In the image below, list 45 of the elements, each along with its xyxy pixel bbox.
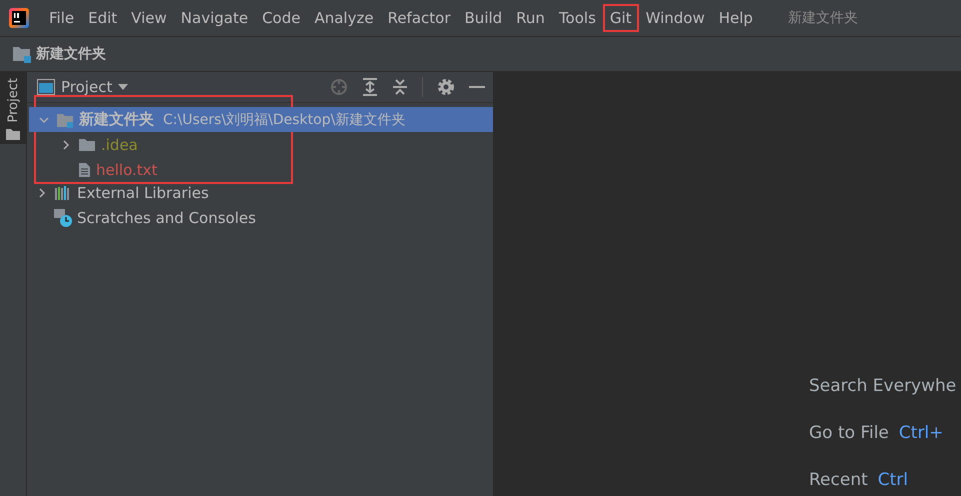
menu-item[interactable]: Navigate (174, 4, 256, 32)
window-icon (37, 79, 55, 95)
menu-item[interactable]: Help (712, 4, 760, 32)
module-folder-icon (12, 45, 32, 63)
minimize-icon[interactable] (469, 85, 485, 89)
project-tool-tab[interactable]: Project (0, 72, 26, 144)
menu-item[interactable]: Run (509, 4, 552, 32)
tree-row[interactable]: Scratches and Consoles (27, 205, 493, 230)
hint-action: Search Everywhe (809, 376, 956, 396)
folder-icon (78, 138, 96, 152)
tree-item-label: External Libraries (77, 184, 209, 202)
text-file-icon (78, 162, 91, 178)
menu-item[interactable]: Analyze (307, 4, 381, 32)
shortcut-text: Ctrl (878, 470, 908, 490)
menu-item[interactable]: File (42, 4, 82, 32)
shortcut-text: Ctrl+ (898, 423, 944, 443)
tree-row[interactable]: .idea (29, 132, 291, 157)
hint-action: Recent (809, 470, 868, 490)
console-clock-icon (54, 208, 72, 226)
tree-item-label: hello.txt (96, 160, 158, 178)
project-view-dropdown[interactable]: Project (37, 78, 128, 96)
project-title: 新建文件夹 (788, 9, 858, 27)
breadcrumb-item[interactable]: 新建文件夹 (36, 45, 106, 63)
tree-row[interactable]: External Libraries (27, 180, 493, 205)
dropdown-caret-icon (118, 84, 128, 90)
tree-item-label: .idea (101, 136, 138, 154)
menu-item[interactable]: Window (638, 4, 712, 32)
collapse-all-icon[interactable] (392, 78, 408, 96)
menu-item[interactable]: Git (602, 4, 639, 32)
menu-item[interactable]: Build (458, 4, 510, 32)
module-folder-icon (56, 112, 74, 128)
menu-item[interactable]: Tools (552, 4, 603, 32)
library-books-icon (54, 184, 72, 200)
folder-path: C:\Users\刘明福\Desktop\新建文件夹 (163, 110, 406, 128)
folder-icon (6, 128, 20, 140)
tree-item-label: 新建文件夹 (79, 110, 154, 129)
menu-item[interactable]: Refactor (380, 4, 458, 32)
app-logo-icon[interactable] (8, 7, 30, 29)
settings-icon[interactable] (437, 78, 455, 96)
menu-item[interactable]: View (124, 4, 174, 32)
menu-item[interactable]: Edit (81, 4, 124, 32)
hint-action: Go to File (809, 423, 889, 443)
expand-all-icon[interactable] (362, 78, 378, 96)
tree-item-label: Scratches and Consoles (77, 208, 256, 226)
menu-item[interactable]: Code (255, 4, 308, 32)
